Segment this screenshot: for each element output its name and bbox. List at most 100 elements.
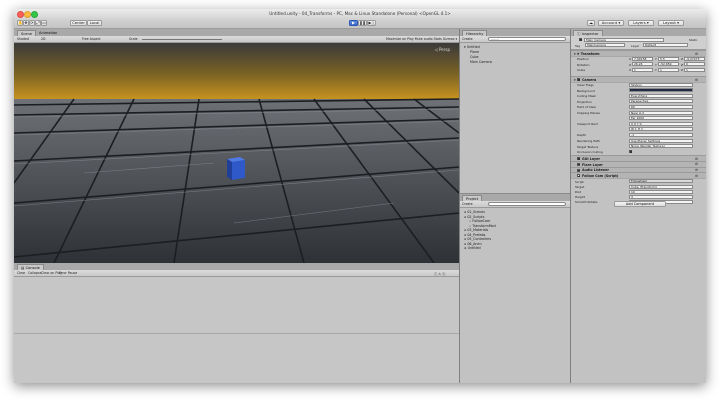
game-right-controls[interactable]: Maximize on Play Mute audio Stats Gizmos… — [386, 37, 457, 41]
scale-slider[interactable] — [142, 39, 222, 40]
scene-viewport[interactable]: ◁ Persp — [14, 43, 459, 263]
hierarchy-panel: Hierarchy Create Q*All ▾ Untitled Plane … — [460, 29, 570, 206]
camera-row-field[interactable]: W 1 H 1 — [629, 127, 693, 132]
hierarchy-search-input[interactable]: Q*All — [488, 36, 566, 42]
hierarchy-create-button[interactable]: Create — [462, 37, 473, 41]
follow-field-label: Smooth Rotate — [575, 200, 598, 204]
project-create-button[interactable]: Create — [462, 202, 473, 206]
camera-row-field[interactable]: Everything — [629, 93, 693, 98]
console-collapse-button[interactable]: Collapse — [28, 271, 42, 275]
transform-y-field[interactable]: 5.5 — [658, 56, 679, 61]
component-settings-icon[interactable]: ⚙ — [695, 174, 698, 178]
main-toolbar: ✋ ✥ ⟳ ⤢ ▭ Center Local ▶ ❚❚ ▶❘ ☁ Account… — [14, 18, 706, 29]
camera-enabled-checkbox[interactable] — [577, 78, 580, 81]
cube-object[interactable] — [227, 157, 245, 180]
project-item[interactable]: ▫ TransformMod — [469, 224, 496, 228]
cloud-icon: ☁ — [589, 20, 593, 25]
script-label: Script — [575, 180, 584, 184]
project-item-label: TransformMod — [472, 223, 496, 228]
camera-row-field[interactable] — [629, 88, 693, 93]
component-settings-icon[interactable]: ⚙ — [695, 52, 698, 56]
project-item[interactable]: ▪ 05_Controllers — [464, 237, 491, 241]
camera-row-field[interactable]: 60 — [629, 104, 693, 109]
transform-z-field[interactable]: 1 — [684, 67, 705, 72]
project-item[interactable]: ▪ 03_Materials — [464, 228, 488, 232]
hierarchy-item-plane[interactable]: Plane — [470, 50, 479, 54]
axis-label: X — [629, 68, 632, 72]
object-name-field[interactable]: Main Camera — [584, 37, 664, 42]
transform-x-field[interactable]: 26.24 — [632, 62, 653, 66]
static-label: Static — [689, 38, 698, 42]
axis-label: Y — [655, 57, 657, 61]
transform-x-field[interactable]: 7.99158 — [632, 56, 653, 61]
transform-y-field[interactable]: 1 — [658, 67, 679, 72]
camera-row-field[interactable]: Perspective — [629, 99, 693, 104]
scene-subbar: Shaded 2D Free Aspect Scale Maximize on … — [14, 36, 459, 43]
transform-y-field[interactable]: -52.659 — [658, 62, 679, 66]
hierarchy-scene-root[interactable]: ▾ Untitled — [464, 45, 480, 49]
project-item-label: Untitled — [467, 246, 481, 250]
transform-z-field[interactable]: 0 — [684, 62, 705, 66]
game-aspect-dropdown[interactable]: Free Aspect — [82, 37, 101, 41]
camera-row-field[interactable]: X 0 Y 0 — [629, 121, 693, 126]
project-search-input[interactable] — [488, 201, 566, 206]
project-item[interactable]: ▫ FollowCam — [469, 219, 490, 223]
component-enabled-checkbox[interactable] — [577, 168, 580, 172]
camera-row-field[interactable]: Far 1000 — [629, 116, 693, 121]
add-component-button[interactable]: Add Component — [614, 201, 666, 207]
project-item[interactable]: ◆ Untitled — [464, 246, 481, 250]
tag-dropdown[interactable]: MainCamera — [585, 43, 625, 47]
follow-field-value[interactable]: 3 — [629, 194, 693, 199]
follow-field-value[interactable]: 10 — [629, 189, 693, 194]
component-enabled-checkbox[interactable] — [577, 157, 580, 160]
cloud-button[interactable]: ☁ — [587, 20, 595, 26]
tag-label: Tag — [575, 43, 581, 48]
camera-row-field[interactable]: -1 — [629, 132, 693, 137]
project-item[interactable]: ▪ 02_Scripts — [464, 215, 484, 219]
component-enabled-checkbox[interactable] — [577, 162, 580, 166]
follow-field-value[interactable]: Cube (Transform) — [629, 184, 693, 189]
script-field[interactable]: FollowCam — [629, 179, 693, 183]
layout-label: Layout — [662, 20, 676, 25]
hierarchy-item-main-camera[interactable]: Main Camera — [470, 60, 492, 64]
project-item[interactable]: ▪ 01_Scenes — [464, 210, 485, 214]
camera-row-field[interactable]: Use Player Settings — [629, 138, 693, 143]
transform-x-field[interactable]: 1 — [632, 67, 653, 72]
console-clear-button[interactable]: Clear — [17, 271, 25, 275]
transform-z-field[interactable]: -9.07475 — [684, 56, 705, 61]
play-button[interactable]: ▶ — [349, 20, 358, 26]
camera-row-label: Occlusion Culling — [577, 150, 603, 155]
step-button[interactable]: ▶❘ — [367, 20, 376, 26]
camera-checkbox[interactable] — [629, 150, 632, 154]
camera-row-field[interactable]: None (Render Texture) — [629, 144, 693, 149]
axis-label: Z — [681, 62, 684, 67]
rect-tool-button[interactable]: ▭ — [41, 20, 47, 26]
hierarchy-item-cube[interactable]: Cube — [470, 55, 479, 59]
step-icon: ▶❘ — [368, 20, 375, 25]
project-item[interactable]: ▪ 06_Anim — [464, 242, 482, 246]
folder-icon: ▪ — [464, 228, 467, 232]
component-settings-icon[interactable]: ⚙ — [695, 78, 698, 82]
pause-icon: ❚❚ — [359, 20, 366, 25]
layers-dropdown[interactable]: Layers ▾ — [628, 20, 654, 26]
account-dropdown[interactable]: Account ▾ — [598, 20, 624, 26]
pivot-local-toggle[interactable]: Local — [87, 20, 102, 26]
camera-row-label: Background — [577, 88, 595, 93]
layer-dropdown[interactable]: Default — [643, 43, 688, 47]
project-panel: Project Create ▪ 01_Scenes ▪ 02_Scripts … — [460, 193, 570, 383]
component-enabled-checkbox[interactable] — [577, 174, 580, 178]
follow-field-label: Dist — [575, 190, 581, 194]
console-error-pause-button[interactable]: Error Pause — [59, 271, 77, 275]
object-active-checkbox[interactable] — [579, 38, 582, 41]
camera-row-label: Field of View — [577, 105, 596, 110]
scene-panel: Scene Animation Shaded 2D Free Aspect Sc… — [14, 29, 459, 263]
camera-row-field[interactable]: Near 0.3 — [629, 110, 693, 115]
pivot-center-toggle[interactable]: Center — [70, 20, 87, 26]
shading-mode-dropdown[interactable]: Shaded — [17, 37, 29, 41]
console-split-line — [14, 333, 459, 334]
dimension-mode-toggle[interactable]: 2D — [41, 37, 45, 41]
camera-row-field[interactable]: Skybox — [629, 82, 693, 87]
layout-dropdown[interactable]: Layout ▾ — [658, 20, 684, 26]
project-item[interactable]: ▪ 04_Prefabs — [464, 233, 485, 237]
pause-button[interactable]: ❚❚ — [358, 20, 367, 26]
